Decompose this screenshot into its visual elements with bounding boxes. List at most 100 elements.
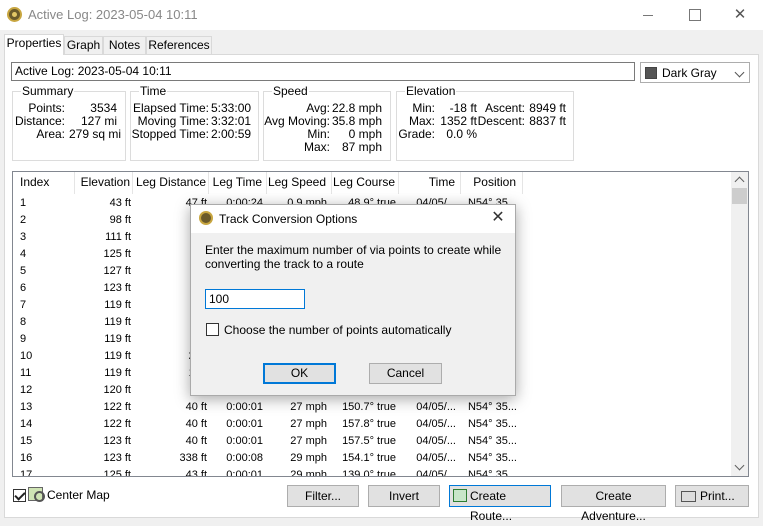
- ok-button[interactable]: OK: [263, 363, 336, 384]
- cell-leg-course: 157.5° true: [342, 435, 396, 447]
- column-header-leg-distance[interactable]: Leg Distance: [133, 172, 209, 194]
- table-row[interactable]: 17 125 ft 43 ft 0:00:01 29 mph 139.0° true 04/…: [13, 467, 731, 477]
- cell-index: 3: [20, 231, 27, 243]
- cell-index: 11: [20, 367, 32, 379]
- invert-button[interactable]: Invert: [368, 485, 440, 507]
- cell-elevation: 122 ft: [103, 401, 131, 413]
- cell-leg-speed: 27 mph: [290, 435, 327, 447]
- tab-references[interactable]: References: [146, 36, 212, 54]
- cell-index: 12: [20, 384, 33, 396]
- tab-graph[interactable]: Graph: [64, 36, 103, 54]
- table-row[interactable]: 15 123 ft 40 ft 0:00:01 27 mph 157.5° true 04/…: [13, 433, 731, 450]
- log-name-input[interactable]: Active Log: 2023-05-04 10:11: [11, 62, 635, 81]
- window-title: Active Log: 2023-05-04 10:11: [28, 7, 198, 22]
- create-adventure-button[interactable]: Create Adventure...: [561, 485, 666, 523]
- cell-time: 04/05/...: [416, 452, 456, 464]
- area-label: Area:: [36, 127, 65, 141]
- route-icon: [453, 489, 467, 502]
- column-header-time[interactable]: Time: [399, 172, 461, 194]
- track-conversion-dialog: Track Conversion Options ✕ Enter the max…: [190, 204, 516, 396]
- cell-position: N54° 35...: [467, 452, 517, 464]
- area-value: 279 sq mi: [69, 127, 122, 141]
- cell-elevation: 125 ft: [103, 469, 131, 477]
- cell-leg-course: 150.7° true: [342, 401, 396, 413]
- cell-leg-time: 0:00:01: [226, 418, 263, 430]
- print-button[interactable]: Print...: [675, 485, 749, 507]
- cell-index: 10: [20, 350, 33, 362]
- cell-leg-course: 139.0° true: [342, 469, 396, 477]
- center-map-checkbox[interactable]: [13, 489, 26, 502]
- summary-title: Summary: [21, 84, 75, 98]
- cell-time: 04/05/...: [416, 435, 456, 447]
- close-icon: ✕: [733, 6, 747, 23]
- cell-leg-distance: 40 ft: [185, 435, 207, 447]
- scroll-thumb[interactable]: [732, 188, 747, 204]
- cell-elevation: 127 ft: [103, 265, 131, 277]
- scroll-up-icon[interactable]: [734, 176, 745, 187]
- cell-index: 16: [20, 452, 33, 464]
- dialog-app-icon: [199, 211, 213, 225]
- elevation-title: Elevation: [405, 84, 457, 98]
- speed-title: Speed: [272, 84, 309, 98]
- print-label: Print...: [700, 489, 735, 503]
- cancel-button[interactable]: Cancel: [369, 363, 442, 384]
- cell-leg-time: 0:00:01: [226, 401, 263, 413]
- minimize-button[interactable]: [625, 0, 671, 30]
- close-icon: ✕: [491, 209, 505, 226]
- dialog-close-button[interactable]: ✕: [481, 205, 515, 233]
- color-select[interactable]: Dark Gray: [640, 62, 750, 83]
- cell-position: N54° 35...: [467, 401, 517, 413]
- cell-leg-distance: 338 ft: [179, 452, 207, 464]
- grade-value: 0.0 %: [446, 127, 477, 141]
- table-scrollbar[interactable]: [731, 172, 748, 476]
- cell-position: N54° 35...: [467, 418, 517, 430]
- title-bar: Active Log: 2023-05-04 10:11 ✕: [0, 0, 763, 30]
- cell-elevation: 122 ft: [103, 418, 131, 430]
- column-header-elevation[interactable]: Elevation: [75, 172, 133, 194]
- dialog-message: Enter the maximum number of via points t…: [205, 243, 502, 271]
- tab-properties[interactable]: Properties: [4, 34, 64, 55]
- cell-elevation: 119 ft: [104, 299, 131, 311]
- cell-index: 8: [20, 316, 27, 328]
- descent-label: Descent:: [477, 114, 525, 128]
- via-points-input[interactable]: 100: [205, 289, 305, 309]
- create-route-button[interactable]: Create Route...: [449, 485, 551, 523]
- column-header-index[interactable]: Index: [13, 172, 75, 194]
- maximize-button[interactable]: [671, 0, 717, 30]
- cell-index: 14: [20, 418, 33, 430]
- close-button[interactable]: ✕: [717, 0, 763, 30]
- cell-index: 4: [20, 248, 27, 260]
- cell-time: 04/05/...: [416, 418, 456, 430]
- chevron-down-icon: [734, 67, 745, 78]
- table-row[interactable]: 13 122 ft 40 ft 0:00:01 27 mph 150.7° true 04/…: [13, 399, 731, 416]
- cell-leg-distance: 40 ft: [185, 418, 207, 430]
- filter-button[interactable]: Filter...: [287, 485, 359, 507]
- tab-notes[interactable]: Notes: [103, 36, 146, 54]
- cell-elevation: 119 ft: [104, 316, 131, 328]
- app-icon: [7, 7, 22, 22]
- cell-index: 2: [20, 214, 27, 226]
- scroll-down-icon[interactable]: [734, 460, 745, 471]
- column-header-position[interactable]: Position: [461, 172, 523, 194]
- cell-elevation: 123 ft: [103, 452, 131, 464]
- cell-index: 17: [20, 469, 33, 477]
- table-row[interactable]: 16 123 ft 338 ft 0:00:08 29 mph 154.1° true 04…: [13, 450, 731, 467]
- cell-index: 6: [20, 282, 27, 294]
- table-row[interactable]: 14 122 ft 40 ft 0:00:01 27 mph 157.8° true 04/…: [13, 416, 731, 433]
- dialog-title: Track Conversion Options: [219, 212, 358, 226]
- cell-leg-course: 154.1° true: [342, 452, 396, 464]
- time-group: Time Elapsed Time: 5:33:00 Moving Time: …: [130, 84, 259, 161]
- column-header-leg-time[interactable]: Leg Time: [209, 172, 267, 194]
- cell-time: 04/05/...: [416, 469, 456, 477]
- auto-points-checkbox[interactable]: [206, 323, 219, 336]
- max-speed-label: Max:: [303, 140, 330, 154]
- auto-points-label: Choose the number of points automaticall…: [224, 323, 452, 337]
- column-header-leg-speed[interactable]: Leg Speed: [267, 172, 332, 194]
- cell-time: 04/05/...: [416, 401, 456, 413]
- column-header-leg-course[interactable]: Leg Course: [332, 172, 399, 194]
- cell-elevation: 119 ft: [104, 350, 131, 362]
- descent-value: 8837 ft: [529, 114, 566, 128]
- printer-icon: [681, 491, 696, 502]
- cell-elevation: 119 ft: [104, 333, 131, 345]
- cell-index: 9: [20, 333, 27, 345]
